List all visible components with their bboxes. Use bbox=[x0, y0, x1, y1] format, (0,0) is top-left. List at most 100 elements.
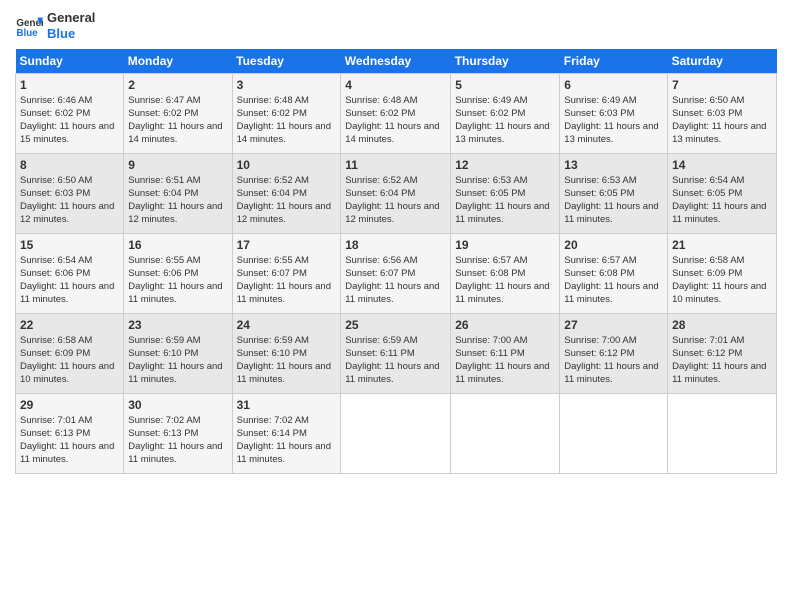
day-info-line: Sunrise: 6:54 AM bbox=[672, 175, 772, 188]
column-header-sunday: Sunday bbox=[16, 49, 124, 74]
day-number: 13 bbox=[564, 157, 663, 173]
calendar-week-row: 8Sunrise: 6:50 AMSunset: 6:03 PMDaylight… bbox=[16, 154, 777, 234]
day-info-line: Sunrise: 6:58 AM bbox=[672, 255, 772, 268]
day-info-line: Sunset: 6:05 PM bbox=[564, 188, 663, 201]
day-info-line: Daylight: 11 hours and 11 minutes. bbox=[128, 361, 227, 387]
day-info-line: Sunrise: 7:00 AM bbox=[455, 335, 555, 348]
calendar-cell: 2Sunrise: 6:47 AMSunset: 6:02 PMDaylight… bbox=[124, 74, 232, 154]
calendar-cell: 29 Sunrise: 7:01 AMSunset: 6:13 PMDayligh… bbox=[16, 394, 124, 474]
day-info-line: Sunrise: 7:02 AM bbox=[128, 415, 227, 428]
day-info-line: Sunset: 6:06 PM bbox=[20, 268, 119, 281]
day-info-line: Sunrise: 6:56 AM bbox=[345, 255, 446, 268]
day-number: 26 bbox=[455, 317, 555, 333]
calendar-cell: 1Sunrise: 6:46 AMSunset: 6:02 PMDaylight… bbox=[16, 74, 124, 154]
day-info-line: Daylight: 11 hours and 11 minutes. bbox=[345, 281, 446, 307]
day-info-line: Daylight: 11 hours and 11 minutes. bbox=[564, 361, 663, 387]
day-info-line: Sunrise: 6:50 AM bbox=[672, 95, 772, 108]
day-info-line: Daylight: 11 hours and 11 minutes. bbox=[455, 281, 555, 307]
day-number: 23 bbox=[128, 317, 227, 333]
calendar-cell: 30Sunrise: 7:02 AMSunset: 6:13 PMDayligh… bbox=[124, 394, 232, 474]
day-info-line: Sunrise: 6:53 AM bbox=[455, 175, 555, 188]
day-number: 4 bbox=[345, 77, 446, 93]
day-info-line: Sunset: 6:08 PM bbox=[564, 268, 663, 281]
day-info-line: Daylight: 11 hours and 11 minutes. bbox=[455, 361, 555, 387]
day-info-line: Sunset: 6:11 PM bbox=[455, 348, 555, 361]
day-info-line: Sunset: 6:06 PM bbox=[128, 268, 227, 281]
day-info-line: Sunrise: 6:49 AM bbox=[564, 95, 663, 108]
day-number: 9 bbox=[128, 157, 227, 173]
day-number: 11 bbox=[345, 157, 446, 173]
day-number: 21 bbox=[672, 237, 772, 253]
day-info-line: Sunrise: 6:51 AM bbox=[128, 175, 227, 188]
day-info-line: Sunset: 6:04 PM bbox=[345, 188, 446, 201]
day-number: 31 bbox=[237, 397, 337, 413]
calendar-cell: 17Sunrise: 6:55 AMSunset: 6:07 PMDayligh… bbox=[232, 234, 341, 314]
calendar-cell: 26 Sunrise: 7:00 AMSunset: 6:11 PMDayligh… bbox=[451, 314, 560, 394]
day-info-line: Sunrise: 7:01 AM bbox=[20, 415, 119, 428]
calendar-cell: 22Sunrise: 6:58 AMSunset: 6:09 PMDayligh… bbox=[16, 314, 124, 394]
day-info-line: Sunset: 6:07 PM bbox=[237, 268, 337, 281]
calendar-cell: 21Sunrise: 6:58 AMSunset: 6:09 PMDayligh… bbox=[668, 234, 777, 314]
day-info-line: Sunset: 6:03 PM bbox=[672, 108, 772, 121]
day-number: 6 bbox=[564, 77, 663, 93]
day-number: 16 bbox=[128, 237, 227, 253]
calendar-cell: 11Sunrise: 6:52 AMSunset: 6:04 PMDayligh… bbox=[341, 154, 451, 234]
day-info-line: Sunset: 6:09 PM bbox=[672, 268, 772, 281]
day-info-line: Sunrise: 6:59 AM bbox=[345, 335, 446, 348]
day-info-line: Sunset: 6:13 PM bbox=[20, 428, 119, 441]
day-info-line: Sunset: 6:08 PM bbox=[455, 268, 555, 281]
day-info-line: Sunset: 6:04 PM bbox=[237, 188, 337, 201]
day-number: 30 bbox=[128, 397, 227, 413]
day-info-line: Sunrise: 6:52 AM bbox=[237, 175, 337, 188]
calendar-week-row: 15Sunrise: 6:54 AMSunset: 6:06 PMDayligh… bbox=[16, 234, 777, 314]
day-info-line: Daylight: 11 hours and 11 minutes. bbox=[564, 201, 663, 227]
day-number: 19 bbox=[455, 237, 555, 253]
day-info-line: Daylight: 11 hours and 14 minutes. bbox=[237, 121, 337, 147]
day-number: 20 bbox=[564, 237, 663, 253]
day-info-line: Daylight: 11 hours and 14 minutes. bbox=[345, 121, 446, 147]
day-info-line: Sunset: 6:02 PM bbox=[237, 108, 337, 121]
day-info-line: Sunrise: 7:00 AM bbox=[564, 335, 663, 348]
calendar-cell: 16Sunrise: 6:55 AMSunset: 6:06 PMDayligh… bbox=[124, 234, 232, 314]
day-info-line: Daylight: 11 hours and 11 minutes. bbox=[128, 281, 227, 307]
day-number: 29 bbox=[20, 397, 119, 413]
day-info-line: Sunrise: 6:49 AM bbox=[455, 95, 555, 108]
calendar-header-row: SundayMondayTuesdayWednesdayThursdayFrid… bbox=[16, 49, 777, 74]
calendar-cell: 13Sunrise: 6:53 AMSunset: 6:05 PMDayligh… bbox=[560, 154, 668, 234]
day-info-line: Sunset: 6:03 PM bbox=[564, 108, 663, 121]
calendar-cell: 27Sunrise: 7:00 AMSunset: 6:12 PMDayligh… bbox=[560, 314, 668, 394]
day-info-line: Sunset: 6:12 PM bbox=[564, 348, 663, 361]
column-header-monday: Monday bbox=[124, 49, 232, 74]
calendar-cell: 4Sunrise: 6:48 AMSunset: 6:02 PMDaylight… bbox=[341, 74, 451, 154]
day-info-line: Sunset: 6:13 PM bbox=[128, 428, 227, 441]
day-number: 24 bbox=[237, 317, 337, 333]
day-number: 15 bbox=[20, 237, 119, 253]
column-header-wednesday: Wednesday bbox=[341, 49, 451, 74]
calendar-cell: 18Sunrise: 6:56 AMSunset: 6:07 PMDayligh… bbox=[341, 234, 451, 314]
day-info-line: Sunset: 6:02 PM bbox=[345, 108, 446, 121]
column-header-friday: Friday bbox=[560, 49, 668, 74]
day-info-line: Daylight: 11 hours and 13 minutes. bbox=[455, 121, 555, 147]
calendar-cell: 25Sunrise: 6:59 AMSunset: 6:11 PMDayligh… bbox=[341, 314, 451, 394]
day-number: 8 bbox=[20, 157, 119, 173]
day-number: 1 bbox=[20, 77, 119, 93]
day-info-line: Sunset: 6:12 PM bbox=[672, 348, 772, 361]
calendar-cell bbox=[668, 394, 777, 474]
calendar-cell bbox=[341, 394, 451, 474]
day-info-line: Sunrise: 6:50 AM bbox=[20, 175, 119, 188]
calendar-cell: 8Sunrise: 6:50 AMSunset: 6:03 PMDaylight… bbox=[16, 154, 124, 234]
day-number: 28 bbox=[672, 317, 772, 333]
calendar-cell: 5Sunrise: 6:49 AMSunset: 6:02 PMDaylight… bbox=[451, 74, 560, 154]
day-number: 10 bbox=[237, 157, 337, 173]
calendar-week-row: 29Sunrise: 7:01 AMSunset: 6:13 PMDayligh… bbox=[16, 394, 777, 474]
column-header-thursday: Thursday bbox=[451, 49, 560, 74]
day-info-line: Sunset: 6:02 PM bbox=[20, 108, 119, 121]
calendar-cell bbox=[451, 394, 560, 474]
day-info-line: Sunrise: 6:54 AM bbox=[20, 255, 119, 268]
calendar-cell bbox=[560, 394, 668, 474]
day-info-line: Daylight: 11 hours and 11 minutes. bbox=[20, 441, 119, 467]
day-number: 22 bbox=[20, 317, 119, 333]
day-info-line: Sunrise: 6:57 AM bbox=[564, 255, 663, 268]
day-number: 7 bbox=[672, 77, 772, 93]
day-info-line: Daylight: 11 hours and 11 minutes. bbox=[237, 281, 337, 307]
